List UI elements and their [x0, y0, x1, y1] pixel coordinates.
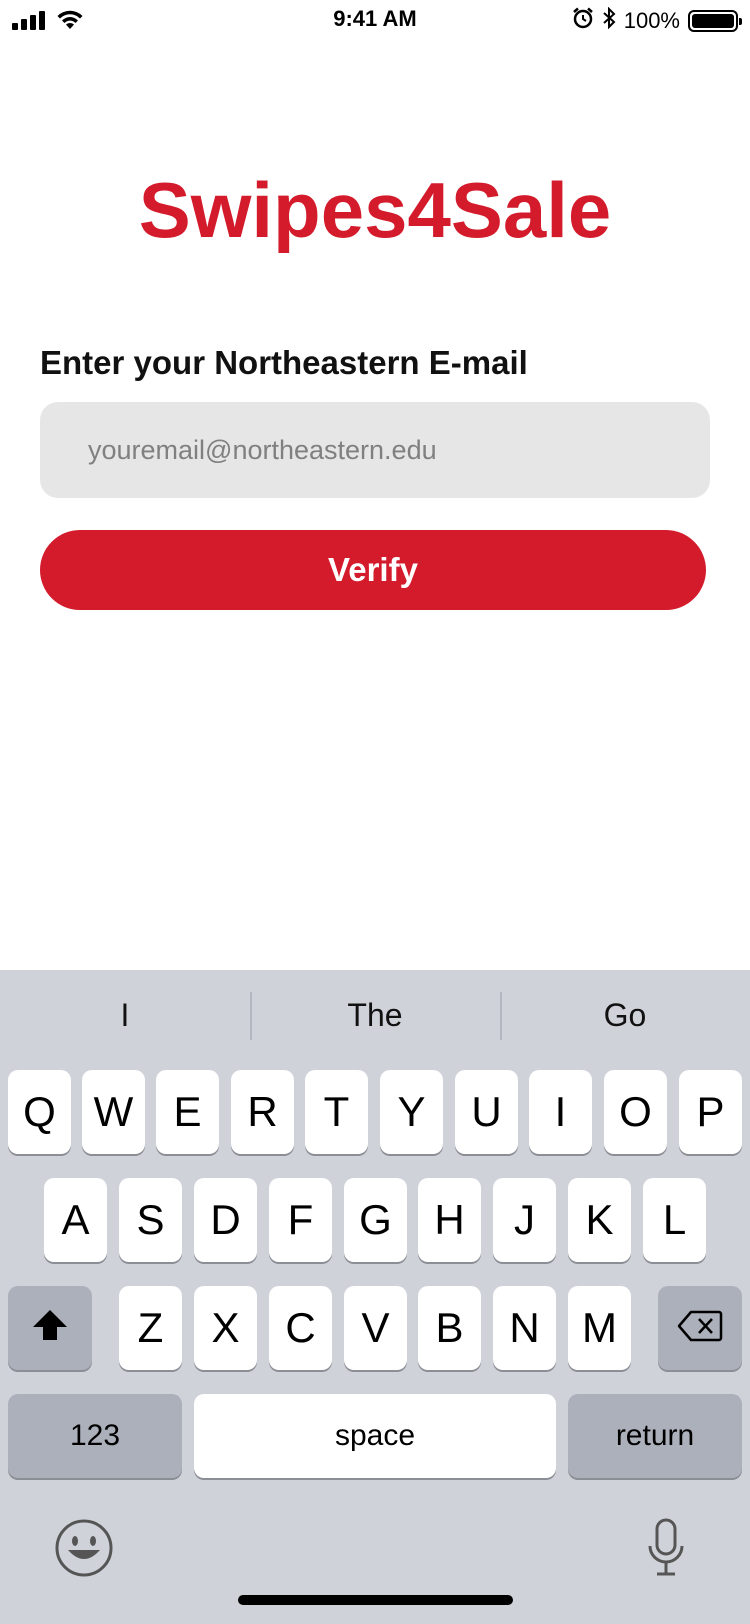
emoji-icon[interactable] [54, 1518, 114, 1583]
keyboard: I The Go Q W E R T Y U I O P A S D F G H… [0, 970, 750, 1624]
key-u[interactable]: U [455, 1070, 518, 1154]
key-f[interactable]: F [269, 1178, 332, 1262]
email-label: Enter your Northeastern E-mail [40, 344, 528, 381]
backspace-key[interactable] [658, 1286, 742, 1370]
key-m[interactable]: M [568, 1286, 631, 1370]
key-r[interactable]: R [231, 1070, 294, 1154]
key-t[interactable]: T [305, 1070, 368, 1154]
backspace-icon [677, 1304, 723, 1352]
key-i[interactable]: I [529, 1070, 592, 1154]
key-p[interactable]: P [679, 1070, 742, 1154]
key-z[interactable]: Z [119, 1286, 182, 1370]
home-indicator [238, 1595, 513, 1605]
email-input[interactable] [40, 402, 710, 498]
shift-icon [31, 1304, 69, 1352]
key-b[interactable]: B [418, 1286, 481, 1370]
bluetooth-icon [602, 6, 616, 35]
key-k[interactable]: K [568, 1178, 631, 1262]
key-v[interactable]: V [344, 1286, 407, 1370]
key-g[interactable]: G [344, 1178, 407, 1262]
return-key[interactable]: return [568, 1394, 742, 1478]
battery-icon [688, 10, 742, 32]
key-s[interactable]: S [119, 1178, 182, 1262]
shift-key[interactable] [8, 1286, 92, 1370]
key-w[interactable]: W [82, 1070, 145, 1154]
suggestion-3[interactable]: Go [500, 970, 750, 1060]
key-d[interactable]: D [194, 1178, 257, 1262]
key-o[interactable]: O [604, 1070, 667, 1154]
alarm-icon [572, 7, 594, 35]
key-n[interactable]: N [493, 1286, 556, 1370]
numbers-key[interactable]: 123 [8, 1394, 182, 1478]
predictive-bar: I The Go [0, 970, 750, 1060]
key-c[interactable]: C [269, 1286, 332, 1370]
key-y[interactable]: Y [380, 1070, 443, 1154]
key-e[interactable]: E [156, 1070, 219, 1154]
key-q[interactable]: Q [8, 1070, 71, 1154]
battery-percent: 100% [623, 8, 680, 33]
app-title: Swipes4Sale [138, 166, 612, 254]
status-bar: 9:41 AM 100% [0, 0, 750, 44]
key-h[interactable]: H [418, 1178, 481, 1262]
suggestion-2[interactable]: The [250, 970, 500, 1060]
key-x[interactable]: X [194, 1286, 257, 1370]
key-a[interactable]: A [44, 1178, 107, 1262]
key-j[interactable]: J [493, 1178, 556, 1262]
suggestion-1[interactable]: I [0, 970, 250, 1060]
space-key[interactable]: space [194, 1394, 556, 1478]
verify-button[interactable]: Verify [40, 530, 706, 610]
key-l[interactable]: L [643, 1178, 706, 1262]
microphone-icon[interactable] [646, 1518, 686, 1583]
